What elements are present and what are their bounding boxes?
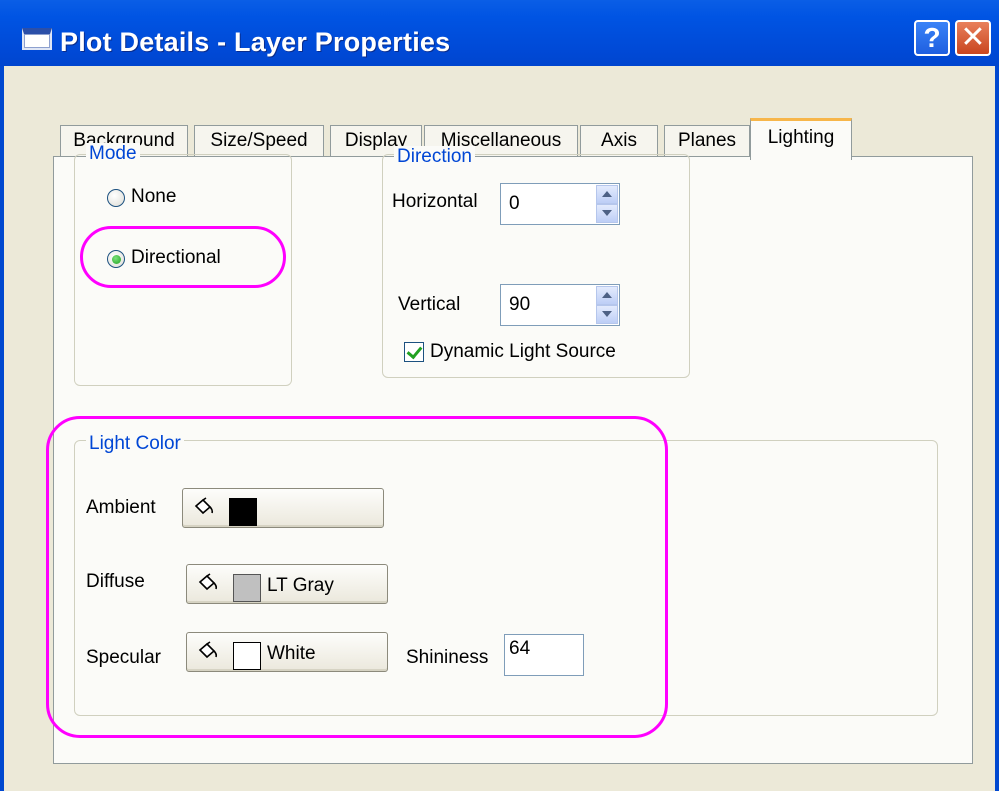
tab-lighting[interactable]: Lighting [750,118,852,160]
help-button[interactable]: ? [914,20,950,56]
vertical-label: Vertical [398,294,461,315]
horizontal-up-arrow-icon[interactable] [596,185,618,204]
window-icon [22,28,52,50]
window-title: Plot Details - Layer Properties [60,27,451,57]
tab-axis[interactable]: Axis [580,125,658,157]
tab-size-speed[interactable]: Size/Speed [194,125,324,157]
highlight-light-color-annotation [46,416,668,738]
radio-none[interactable] [107,189,125,207]
highlight-directional-annotation [80,226,286,288]
vertical-down-arrow-icon[interactable] [596,305,618,324]
radio-none-label[interactable]: None [131,185,176,209]
horizontal-label: Horizontal [392,191,478,212]
close-button[interactable]: ✕ [955,20,991,56]
mode-legend: Mode [86,143,140,165]
vertical-up-arrow-icon[interactable] [596,286,618,305]
dynamic-light-label[interactable]: Dynamic Light Source [430,340,616,364]
direction-legend: Direction [394,146,475,168]
tab-planes[interactable]: Planes [664,125,750,157]
horizontal-value[interactable]: 0 [509,192,520,216]
horizontal-down-arrow-icon[interactable] [596,204,618,223]
vertical-value[interactable]: 90 [509,293,530,317]
horizontal-spin-input[interactable]: 0 [500,183,620,225]
dynamic-light-checkbox[interactable] [404,342,424,362]
vertical-spin-input[interactable]: 90 [500,284,620,326]
